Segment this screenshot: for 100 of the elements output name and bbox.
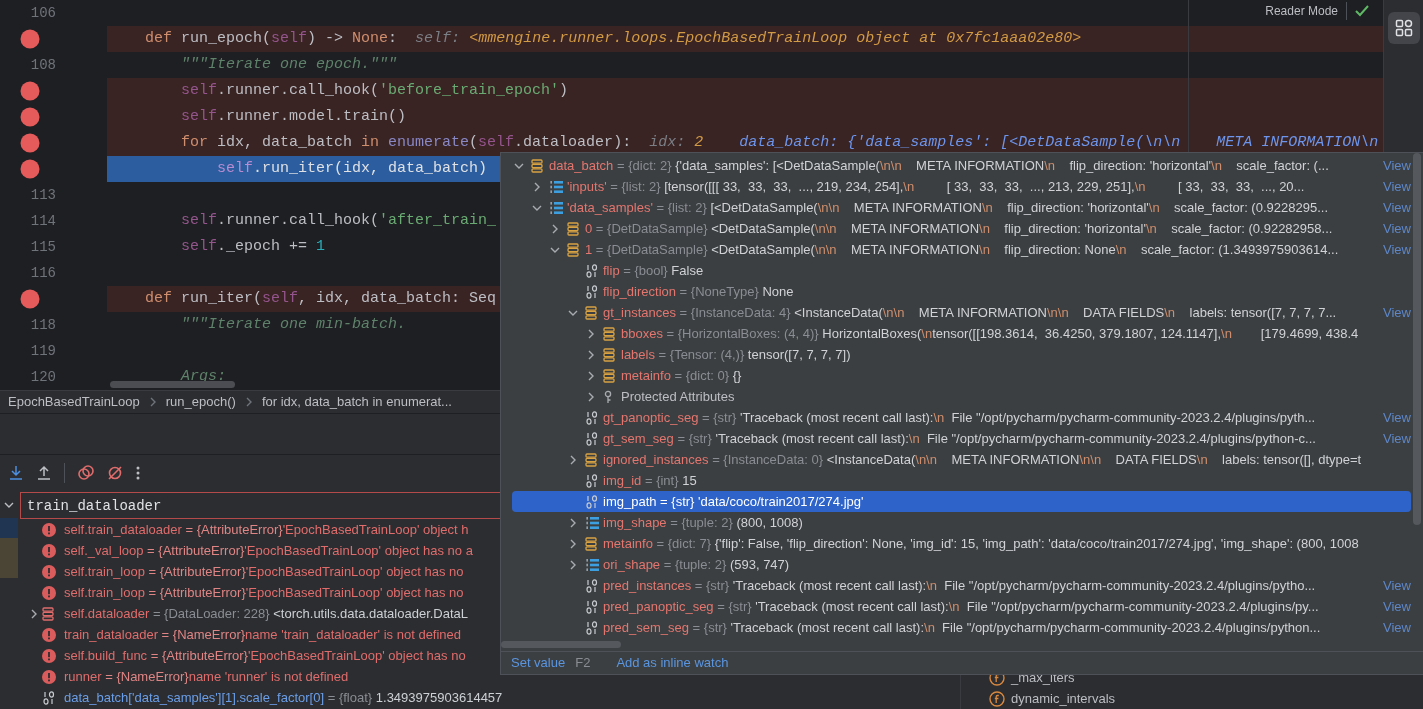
chevron-icon[interactable] — [568, 559, 578, 570]
shortcut-label: F2 — [575, 654, 591, 673]
breakpoint-icon[interactable] — [20, 159, 40, 179]
tree-row[interactable]: flip_direction = {NoneType} None — [512, 281, 1411, 302]
check-icon — [1355, 5, 1369, 17]
breakpoint-icon[interactable] — [20, 289, 40, 309]
code-line: for idx, data_batch in enumerate(self.dataloader): — [181, 132, 632, 153]
tree-row[interactable]: 0 = {DetDataSample} <DetDataSample(\n\n META INFORMATION\n flip_direction: 'horizontal'\n scale_factor: (0.92282958... View — [512, 218, 1411, 239]
vertical-scrollbar[interactable] — [1413, 153, 1421, 525]
dict-icon — [603, 326, 615, 341]
error-icon — [42, 648, 56, 663]
tree-row[interactable]: ori_shape = {tuple: 2} (593, 747) — [512, 554, 1411, 575]
binary-icon — [585, 473, 599, 488]
tree-row[interactable]: pred_sem_seg = {str} 'Traceback (most recent call last):\n File "/opt/pycharm/pycharm-community-2023.2.4/plugins/python... View — [512, 617, 1411, 638]
watch-entry[interactable]: self.train_loop = {AttributeError}'EpochBasedTrainLoop' object has no — [64, 561, 464, 582]
upload-icon[interactable] — [36, 464, 52, 481]
dict-icon — [531, 158, 543, 173]
tree-row[interactable]: pred_panoptic_seg = {str} 'Traceback (most recent call last):\n File "/opt/pycharm/pycharm-community-2023.2.4/plugins/py... View — [512, 596, 1411, 617]
code-line: self.runner.call_hook('before_train_epoch') — [181, 80, 569, 101]
watch-entry[interactable]: runner = {NameError}name 'runner' is not defined — [64, 666, 349, 687]
dict-icon — [603, 368, 615, 383]
tree-row[interactable]: metainfo = {dict: 7} {'flip': False, 'flip_direction': None, 'img_id': 15, 'img_path': 'data/coco/train2017/274.jpg', 'img_shape': (800, 1008 — [512, 533, 1411, 554]
error-icon — [42, 585, 56, 600]
watch-entry[interactable]: data_batch['data_samples'][1].scale_factor[0] = {float} 1.3493975903614457 — [64, 687, 503, 708]
tree-row[interactable]: data_batch = {dict: 2} {'data_samples': [<DetDataSample(\n\n META INFORMATION\n flip_direction: 'horizontal'\n scale_factor: (... View — [512, 155, 1411, 176]
error-icon — [42, 669, 56, 684]
line-number: 108 — [29, 55, 56, 75]
binary-icon — [585, 620, 599, 635]
breakpoint-icon[interactable] — [20, 133, 40, 153]
variable-entry: metainfo = {dict: 7} {'flip': False, 'flip_direction': None, 'img_id': 15, 'img_path': 'data/coco/train2017/274.jpg', 'img_shape': (800, 1008 — [603, 534, 1359, 553]
tree-row[interactable]: img_id = {int} 15 — [512, 470, 1411, 491]
breakpoint-icon[interactable] — [20, 107, 40, 127]
tree-row[interactable]: 'data_samples' = {list: 2} [<DetDataSample(\n\n META INFORMATION\n flip_direction: 'horizontal'\n scale_factor: (0.9228295... View — [512, 197, 1411, 218]
dict-icon — [603, 347, 615, 362]
chevron-icon[interactable] — [568, 454, 578, 465]
inline-value-hint: idx: 2 data_batch: {'data_samples': [<DetDataSample(\n\n META INFORMATION\n — [649, 132, 1379, 153]
watch-entry[interactable]: train_dataloader = {NameError}name 'train_dataloader' is not defined — [64, 624, 462, 645]
tree-row[interactable]: 'inputs' = {list: 2} [tensor([[[ 33, 33, 33, ..., 219, 234, 254],\n [ 33, 33, 33, ..., 213, 229, 251],\n [ 33, 33, 33, ..., 20... View — [512, 176, 1411, 197]
variable-entry: flip = {bool} False — [603, 261, 704, 280]
variable-entry: Protected Attributes — [621, 387, 735, 406]
list-icon — [549, 200, 563, 215]
breakpoint-icon[interactable] — [20, 29, 40, 49]
binary-icon — [585, 431, 599, 446]
tree-row[interactable]: labels = {Tensor: (4,)} tensor([7, 7, 7, 7]) — [512, 344, 1411, 365]
breadcrumb-item[interactable]: for idx, data_batch in enumerat... — [261, 392, 452, 412]
mute-breakpoints-icon[interactable] — [107, 464, 123, 481]
chevron-icon[interactable] — [4, 500, 14, 510]
line-number: 120 — [29, 367, 56, 387]
chevron-icon[interactable] — [586, 370, 596, 381]
dict-icon — [42, 606, 54, 621]
watch-entry[interactable]: self.dataloader = {DataLoader: 228} <torch.utils.data.dataloader.DataL — [64, 603, 469, 624]
action-link[interactable]: Add as inline watch — [616, 653, 729, 673]
tree-row[interactable]: ignored_instances = {InstanceData: 0} <InstanceData(\n\n META INFORMATION\n\n DATA FIELDS\n labels: tensor([], dtype=t — [512, 449, 1411, 470]
code-line: """Iterate one epoch.""" — [181, 54, 398, 75]
tree-row[interactable]: 1 = {DetDataSample} <DetDataSample(\n\n META INFORMATION\n flip_direction: None\n scale_factor: (1.3493975903614... View — [512, 239, 1411, 260]
watch-input-field[interactable]: train_dataloader — [20, 492, 501, 519]
tree-row[interactable]: Protected Attributes — [512, 386, 1411, 407]
watch-entry[interactable]: self._val_loop = {AttributeError}'EpochBasedTrainLoop' object has no a — [64, 540, 473, 561]
chevron-icon[interactable] — [586, 349, 596, 360]
chevron-icon[interactable] — [586, 328, 596, 339]
shapes-icon — [1394, 19, 1413, 37]
breadcrumb-item[interactable]: run_epoch() — [165, 392, 236, 412]
horizontal-scrollbar[interactable] — [501, 641, 621, 648]
code-line: def run_epoch(self) -> None: — [145, 28, 398, 49]
breadcrumb-item[interactable]: EpochBasedTrainLoop — [8, 392, 140, 412]
tree-row[interactable]: metainfo = {dict: 0} {} — [512, 365, 1411, 386]
variable-entry: ignored_instances = {InstanceData: 0} <InstanceData(\n\n META INFORMATION\n\n DATA FIELDS\n labels: tensor([], dtype=t — [603, 450, 1362, 469]
tree-row[interactable]: bboxes = {HorizontalBoxes: (4, 4)} HorizontalBoxes(\ntensor([[198.3614, 36.4250, 379.1807, 124.1147],\n [179.4699, 438.4 — [512, 323, 1411, 344]
chevron-icon[interactable] — [550, 223, 560, 234]
error-icon — [42, 543, 56, 558]
binary-icon — [42, 690, 56, 705]
tree-row[interactable]: flip = {bool} False — [512, 260, 1411, 281]
error-icon — [42, 564, 56, 579]
variable-name[interactable]: dynamic_intervals — [1011, 688, 1116, 709]
tree-row[interactable]: img_path = {str} 'data/coco/train2017/274.jpg' — [512, 491, 1411, 512]
watch-entry[interactable]: self.build_func = {AttributeError}'EpochBasedTrainLoop' object has no — [64, 645, 466, 666]
tree-row[interactable]: img_shape = {tuple: 2} (800, 1008) — [512, 512, 1411, 533]
code-line: self._epoch += 1 — [181, 236, 326, 257]
tree-row[interactable]: pred_instances = {str} 'Traceback (most recent call last):\n File "/opt/pycharm/pycharm-community-2023.2.4/plugins/pytho... View — [512, 575, 1411, 596]
watch-entry[interactable]: self.train_dataloader = {AttributeError}'EpochBasedTrainLoop' object h — [64, 519, 469, 540]
reader-mode-link[interactable]: Reader Mode — [1265, 2, 1338, 20]
breakpoints-icon[interactable] — [77, 464, 95, 481]
variable-entry: 0 = {DetDataSample} <DetDataSample(\n\n META INFORMATION\n flip_direction: 'horizontal'\n scale_factor: (0.92282958... — [585, 219, 1333, 238]
more-icon[interactable] — [135, 464, 141, 481]
chevron-icon[interactable] — [532, 181, 542, 192]
horizontal-scrollbar[interactable] — [110, 381, 235, 388]
chevron-icon[interactable] — [568, 517, 578, 528]
watch-entry[interactable]: self.train_loop = {AttributeError}'EpochBasedTrainLoop' object has no — [64, 582, 464, 603]
tree-row[interactable]: gt_sem_seg = {str} 'Traceback (most recent call last):\n File "/opt/pycharm/pycharm-community-2023.2.4/plugins/python-c... View — [512, 428, 1411, 449]
code-line: self.run_iter(idx, data_batch) — [217, 158, 488, 179]
tree-row[interactable]: gt_panoptic_seg = {str} 'Traceback (most recent call last):\n File "/opt/pycharm/pycharm-community-2023.2.4/plugins/pyth... View — [512, 407, 1411, 428]
chevron-icon[interactable] — [29, 608, 39, 619]
variable-entry: flip_direction = {NoneType} None — [603, 282, 794, 301]
line-number: 115 — [29, 237, 56, 257]
structure-button[interactable] — [1387, 12, 1420, 44]
download-icon[interactable] — [8, 464, 24, 481]
tree-row[interactable]: gt_instances = {InstanceData: 4} <InstanceData(\n\n META INFORMATION\n\n DATA FIELDS\n labels: tensor([7, 7, 7, 7... View — [512, 302, 1411, 323]
chevron-icon[interactable] — [586, 391, 596, 402]
chevron-icon[interactable] — [568, 538, 578, 549]
breakpoint-icon[interactable] — [20, 81, 40, 101]
